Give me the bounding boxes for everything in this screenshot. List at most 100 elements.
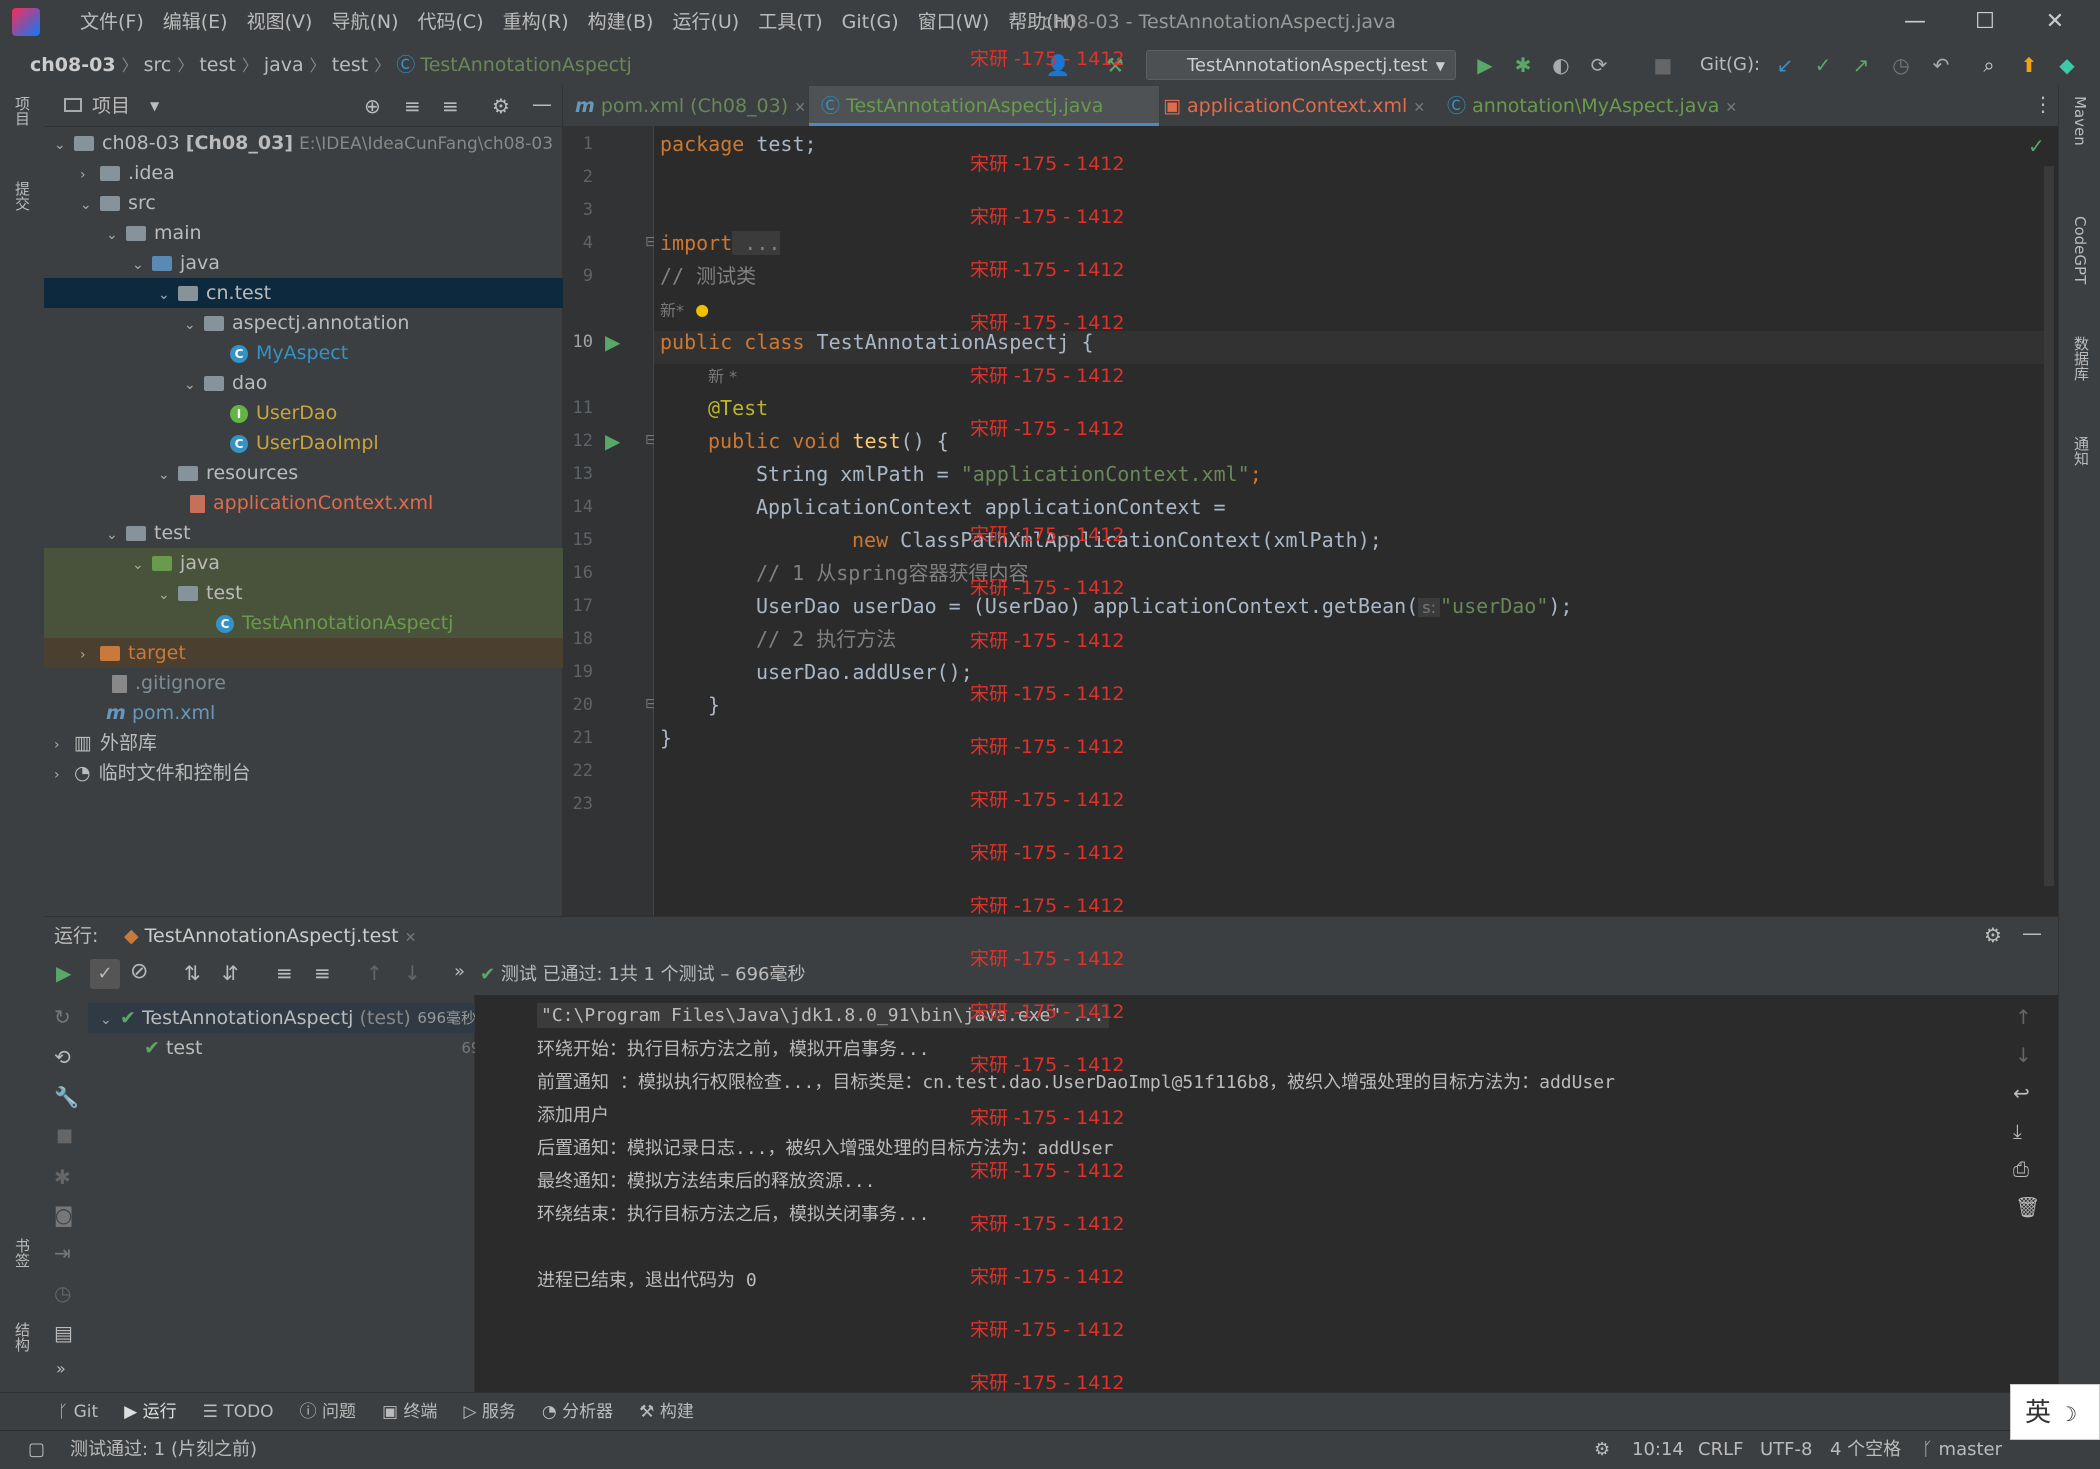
scroll-up-icon[interactable]: ↑: [2015, 1005, 2032, 1029]
minimize-button[interactable]: —: [1880, 0, 1950, 44]
git-push-icon[interactable]: ↗: [1846, 50, 1876, 80]
run-gutter-icon[interactable]: ▶: [605, 330, 620, 354]
project-tool-tab[interactable]: 项目: [12, 96, 33, 126]
commit-tool-tab[interactable]: 提交: [12, 181, 33, 211]
menu-code[interactable]: 代码(C): [417, 0, 483, 44]
menu-edit[interactable]: 编辑(E): [163, 0, 228, 44]
tool-git[interactable]: ᚴ Git: [58, 1393, 98, 1431]
layout-icon[interactable]: ▤: [54, 1321, 73, 1345]
scroll-down-icon[interactable]: ↓: [2015, 1043, 2032, 1067]
more-icon[interactable]: »: [454, 961, 465, 982]
build-hammer-icon[interactable]: ⚒: [1100, 50, 1130, 80]
sort-alpha-icon[interactable]: ⇅: [184, 961, 201, 985]
scroll-to-end-icon[interactable]: ⤓: [2013, 1119, 2022, 1143]
breadcrumb-project[interactable]: ch08-03: [30, 54, 116, 76]
test-case-row[interactable]: ✔ test696毫秒: [88, 1033, 530, 1063]
tab-myaspect[interactable]: Ⓒ annotation\MyAspect.java ✕: [1447, 86, 1747, 126]
stop-icon[interactable]: ■: [1648, 50, 1678, 80]
notifications-tool-tab[interactable]: 通知: [2071, 436, 2092, 466]
tool-todo[interactable]: ☰ TODO: [203, 1393, 274, 1431]
prev-failed-icon[interactable]: ↑: [366, 961, 383, 985]
indent-setting[interactable]: 4 个空格: [1830, 1431, 1901, 1469]
sort-duration-icon[interactable]: ⇵: [222, 961, 239, 985]
tab-applicationcontext[interactable]: ▣ applicationContext.xml ✕: [1163, 86, 1433, 126]
menu-git[interactable]: Git(G): [842, 0, 899, 44]
tool-terminal[interactable]: ▣ 终端: [382, 1393, 437, 1431]
show-passed-icon[interactable]: ✓: [90, 959, 120, 989]
tree-item-pom[interactable]: m pom.xml: [44, 698, 624, 728]
tree-item-gitignore[interactable]: .gitignore: [44, 668, 630, 698]
breadcrumb-test[interactable]: test: [199, 54, 236, 76]
tree-item-external-libraries[interactable]: › ▥ 外部库: [44, 728, 572, 758]
stop-icon[interactable]: ■: [56, 1125, 73, 1146]
tool-services[interactable]: ▷ 服务: [463, 1393, 515, 1431]
close-button[interactable]: ✕: [2020, 0, 2090, 44]
status-message[interactable]: 测试通过: 1 (片刻之前): [70, 1431, 257, 1469]
collapse-all-icon[interactable]: ≡: [442, 94, 459, 118]
console-output[interactable]: "C:\Program Files\Java\jdk1.8.0_91\bin\j…: [475, 995, 2058, 1393]
run-icon[interactable]: ▶: [1470, 50, 1500, 80]
tree-item-idea[interactable]: › .idea: [44, 158, 598, 188]
expand-all-icon[interactable]: ≡: [404, 94, 421, 118]
menu-view[interactable]: 视图(V): [247, 0, 313, 44]
maximize-button[interactable]: ☐: [1950, 0, 2020, 44]
panel-toggle-icon[interactable]: ▢: [28, 1431, 45, 1469]
maven-tool-tab[interactable]: Maven: [2071, 96, 2089, 146]
rerun-icon[interactable]: ▶: [56, 961, 71, 985]
run-config-select[interactable]: TestAnnotationAspectj.test ▼: [1146, 50, 1456, 80]
menu-navigate[interactable]: 导航(N): [331, 0, 398, 44]
tree-item-scratches[interactable]: › ◔ 临时文件和控制台: [44, 758, 572, 788]
tree-item-src[interactable]: ⌄ src: [44, 188, 598, 218]
menu-run[interactable]: 运行(U): [672, 0, 739, 44]
next-failed-icon[interactable]: ↓: [404, 961, 421, 985]
camera-icon[interactable]: ◙: [54, 1203, 73, 1227]
history-icon[interactable]: ◷: [1886, 50, 1916, 80]
coverage-icon[interactable]: ◐: [1546, 50, 1576, 80]
user-icon[interactable]: 👤: [1043, 50, 1073, 80]
git-branch[interactable]: ᚴ master: [1922, 1431, 2002, 1469]
tree-item-main[interactable]: ⌄ main: [44, 218, 624, 248]
tree-item-test[interactable]: ⌄ test: [44, 518, 624, 548]
breadcrumb-class[interactable]: TestAnnotationAspectj: [420, 54, 631, 76]
git-update-icon[interactable]: ↙: [1770, 50, 1800, 80]
ai-assistant-icon[interactable]: ⚙: [1594, 1431, 1610, 1469]
run-gutter-icon[interactable]: ▶: [605, 429, 620, 453]
menu-file[interactable]: 文件(F): [80, 0, 144, 44]
search-icon[interactable]: ⌕: [1974, 50, 2004, 80]
wrench-icon[interactable]: 🔧: [54, 1085, 79, 1109]
more-icon[interactable]: »: [56, 1359, 66, 1378]
tool-profiler[interactable]: ◔ 分析器: [542, 1393, 613, 1431]
run-tab[interactable]: ◆ TestAnnotationAspectj.test ✕: [124, 917, 416, 957]
show-ignored-icon[interactable]: ⊘: [130, 959, 148, 984]
expand-all-icon[interactable]: ≡: [276, 961, 293, 985]
tree-item-target[interactable]: › target: [44, 638, 598, 668]
soft-wrap-icon[interactable]: ↩: [2013, 1081, 2030, 1105]
tool-problems[interactable]: ⓘ 问题: [300, 1393, 356, 1431]
tool-run[interactable]: ▶ 运行: [124, 1393, 176, 1431]
debug-icon[interactable]: ✱: [54, 1165, 71, 1189]
database-tool-tab[interactable]: 数据库: [2071, 336, 2092, 381]
editor-scrollbar[interactable]: [2044, 166, 2054, 886]
plugin-icon[interactable]: ◆: [2052, 50, 2082, 80]
rollback-icon[interactable]: ↶: [1926, 50, 1956, 80]
rerun-failed-icon[interactable]: ↻: [54, 1005, 71, 1029]
debug-icon[interactable]: ✱: [1508, 50, 1538, 80]
breadcrumb-package[interactable]: test: [332, 54, 369, 76]
project-panel-title[interactable]: 项目: [92, 86, 130, 126]
bookmarks-tool-tab[interactable]: 书签: [12, 1238, 33, 1268]
menu-build[interactable]: 构建(B): [588, 0, 654, 44]
more-tabs-icon[interactable]: ⋮: [2033, 92, 2053, 116]
gear-icon[interactable]: ⚙: [492, 94, 510, 118]
trash-icon[interactable]: 🗑: [2015, 1195, 2040, 1219]
breadcrumb-src[interactable]: src: [144, 54, 172, 76]
update-icon[interactable]: ⬆: [2014, 50, 2044, 80]
codegpt-tool-tab[interactable]: CodeGPT: [2071, 216, 2089, 284]
chevron-down-icon[interactable]: ▼: [150, 86, 159, 126]
caret-position[interactable]: 10:14: [1632, 1431, 1684, 1469]
collapse-all-icon[interactable]: ≡: [314, 961, 331, 985]
line-separator[interactable]: CRLF: [1698, 1431, 1743, 1469]
profile-icon[interactable]: ⟳: [1584, 50, 1614, 80]
menu-window[interactable]: 窗口(W): [918, 0, 990, 44]
history-icon[interactable]: ◷: [54, 1281, 71, 1305]
menu-tools[interactable]: 工具(T): [758, 0, 822, 44]
